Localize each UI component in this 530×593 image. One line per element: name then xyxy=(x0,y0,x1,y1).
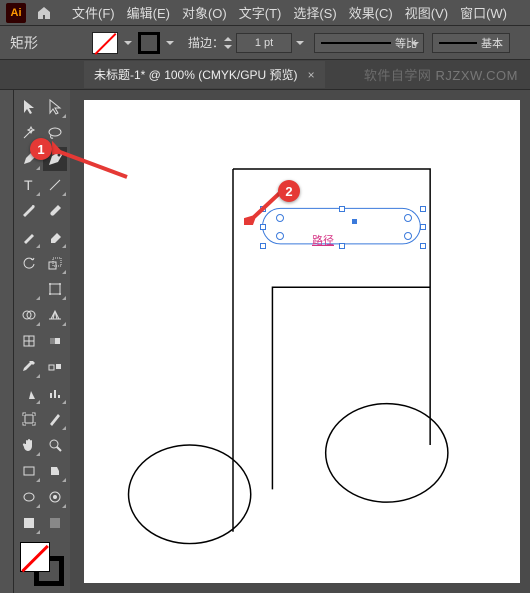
path-label: 路径 xyxy=(312,232,334,248)
document-tab[interactable]: 未标题-1* @ 100% (CMYK/GPU 预览) × xyxy=(84,61,325,88)
ellipse-tool[interactable] xyxy=(17,485,41,509)
chevron-down-icon xyxy=(411,40,419,48)
hand-tool[interactable] xyxy=(17,433,41,457)
eraser-tool[interactable] xyxy=(43,225,67,249)
live-paint-select-tool[interactable] xyxy=(43,485,67,509)
variable-width-profile[interactable]: 等比 xyxy=(314,33,424,53)
zoom-tool[interactable] xyxy=(43,433,67,457)
corner-widget[interactable] xyxy=(404,232,412,240)
watermark: 软件自学网 RJZXW.COM xyxy=(364,65,518,84)
selection-handle[interactable] xyxy=(339,206,345,212)
svg-text:T: T xyxy=(24,177,33,193)
corner-widget[interactable] xyxy=(404,214,412,222)
type-tool[interactable]: T xyxy=(17,173,41,197)
menu-edit[interactable]: 编辑(E) xyxy=(121,3,176,22)
menu-object[interactable]: 对象(O) xyxy=(176,3,233,22)
fill-dropdown-icon[interactable] xyxy=(124,39,132,47)
callout-badge-2: 2 xyxy=(278,180,300,202)
stroke-weight-label: 描边： xyxy=(188,34,224,51)
menu-window[interactable]: 窗口(W) xyxy=(454,3,513,22)
stroke-swatch[interactable] xyxy=(138,32,160,54)
perspective-grid-tool[interactable] xyxy=(43,303,67,327)
selection-handle[interactable] xyxy=(420,224,426,230)
menu-select[interactable]: 选择(S) xyxy=(287,3,342,22)
main-area: T 1 xyxy=(0,90,530,593)
fill-swatch[interactable] xyxy=(92,32,118,54)
paintbrush-tool[interactable] xyxy=(17,199,41,223)
shape-type-label: 矩形 xyxy=(10,33,80,53)
blend-tool[interactable] xyxy=(43,355,67,379)
fill-stroke-indicator[interactable] xyxy=(18,540,66,588)
scale-tool[interactable] xyxy=(43,251,67,275)
artwork xyxy=(84,100,520,583)
corner-widget[interactable] xyxy=(276,232,284,240)
callout-badge-1: 1 xyxy=(30,138,52,160)
selection-handle[interactable] xyxy=(420,243,426,249)
direct-selection-tool[interactable] xyxy=(43,95,67,119)
free-transform-tool[interactable] xyxy=(43,277,67,301)
symbol-sprayer-tool[interactable] xyxy=(17,381,41,405)
stroke-weight-dropdown-icon[interactable] xyxy=(296,39,304,47)
stroke-dropdown-icon[interactable] xyxy=(166,39,174,47)
watermark-text-b: RJZXW.COM xyxy=(436,68,519,83)
stepper-icon[interactable] xyxy=(224,36,232,50)
print-tiling-tool[interactable] xyxy=(17,511,41,535)
artboard-tool[interactable] xyxy=(17,407,41,431)
selection-handle[interactable] xyxy=(339,243,345,249)
eyedropper-tool[interactable] xyxy=(17,355,41,379)
app-logo: Ai xyxy=(6,3,26,23)
width-tool[interactable] xyxy=(17,277,41,301)
canvas-viewport[interactable]: 路径 2 xyxy=(70,90,530,593)
color-tool[interactable] xyxy=(43,511,67,535)
center-point[interactable] xyxy=(352,219,357,224)
document-tab-title: 未标题-1* @ 100% (CMYK/GPU 预览) xyxy=(94,66,298,83)
rectangle-tool[interactable] xyxy=(17,459,41,483)
menu-effect[interactable]: 效果(C) xyxy=(343,3,399,22)
rotate-tool[interactable] xyxy=(17,251,41,275)
panel-dock-left[interactable] xyxy=(0,90,14,593)
home-icon[interactable] xyxy=(36,5,52,21)
close-tab-icon[interactable]: × xyxy=(308,68,315,82)
control-bar: 矩形 描边： 1 pt 等比 基本 xyxy=(0,26,530,60)
slice-tool[interactable] xyxy=(43,407,67,431)
blob-brush-tool[interactable] xyxy=(43,199,67,223)
gradient-tool[interactable] xyxy=(43,329,67,353)
arrow-annotation-1 xyxy=(52,132,132,182)
top-menubar: Ai 文件(F) 编辑(E) 对象(O) 文字(T) 选择(S) 效果(C) 视… xyxy=(0,0,530,26)
shaper-tool[interactable] xyxy=(17,225,41,249)
live-paint-tool[interactable] xyxy=(43,459,67,483)
menu-file[interactable]: 文件(F) xyxy=(66,3,121,22)
column-graph-tool[interactable] xyxy=(43,381,67,405)
watermark-text-a: 软件自学网 xyxy=(364,68,432,83)
selection-tool[interactable] xyxy=(17,95,41,119)
document-tab-bar: 未标题-1* @ 100% (CMYK/GPU 预览) × 软件自学网 RJZX… xyxy=(0,60,530,90)
basic-label: 基本 xyxy=(481,35,503,51)
selection-handle[interactable] xyxy=(260,243,266,249)
menu-view[interactable]: 视图(V) xyxy=(399,3,454,22)
mesh-tool[interactable] xyxy=(17,329,41,353)
shape-builder-tool[interactable] xyxy=(17,303,41,327)
brush-definition[interactable]: 基本 xyxy=(432,33,510,53)
menu-type[interactable]: 文字(T) xyxy=(233,3,288,22)
stroke-weight-input[interactable]: 1 pt xyxy=(236,33,292,53)
artboard[interactable]: 路径 2 xyxy=(84,100,520,583)
fill-indicator[interactable] xyxy=(20,542,50,572)
selection-handle[interactable] xyxy=(420,206,426,212)
